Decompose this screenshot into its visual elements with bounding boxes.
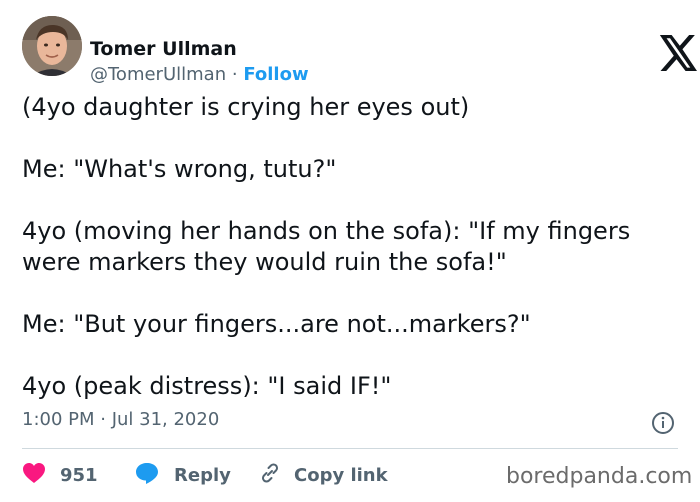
tweet-line: 4yo (peak distress): "I said IF!" — [22, 372, 392, 400]
divider — [22, 448, 678, 449]
link-icon — [258, 461, 282, 489]
separator-dot: · — [231, 64, 238, 85]
tweet-line: (4yo daughter is crying her eyes out) — [22, 93, 470, 121]
copy-link-label: Copy link — [294, 464, 388, 486]
tweet-body: (4yo daughter is crying her eyes out) Me… — [22, 92, 682, 433]
copy-link-button[interactable]: Copy link — [258, 458, 388, 492]
reply-bubble-icon — [134, 461, 160, 489]
author-name[interactable]: Tomer Ullman — [90, 38, 237, 60]
author-handle-row: @TomerUllman · Follow — [90, 64, 309, 85]
watermark: boredpanda.com — [506, 464, 693, 489]
reply-label: Reply — [174, 464, 231, 486]
follow-button[interactable]: Follow — [243, 64, 308, 85]
tweet-header: Tomer Ullman @TomerUllman · Follow — [22, 16, 697, 85]
like-button[interactable]: 951 — [22, 458, 98, 492]
like-count: 951 — [60, 464, 98, 486]
author-handle[interactable]: @TomerUllman — [90, 64, 226, 85]
x-logo-icon[interactable] — [659, 35, 699, 71]
tweet-line: Me: "What's wrong, tutu?" — [22, 155, 337, 183]
heart-icon — [22, 462, 46, 488]
avatar[interactable] — [22, 16, 82, 76]
reply-button[interactable]: Reply — [134, 458, 231, 492]
tweet-line: Me: "But your fingers...are not...marker… — [22, 310, 531, 338]
tweet-timestamp[interactable]: 1:00 PM · Jul 31, 2020 — [22, 409, 219, 430]
info-icon[interactable] — [651, 411, 675, 435]
tweet-line: 4yo (moving her hands on the sofa): "If … — [22, 217, 631, 276]
